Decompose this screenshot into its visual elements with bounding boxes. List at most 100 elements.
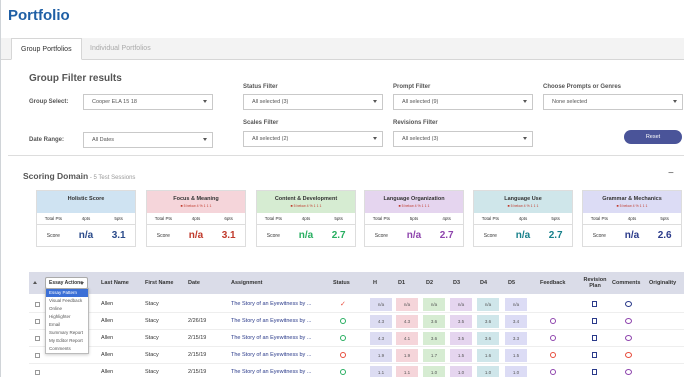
table-row[interactable]: Allen Stacy The Story of an Eyewitness by … — [29, 296, 684, 313]
cell-score: 4.3 — [370, 315, 392, 328]
cell-score: 4.1 — [396, 332, 418, 345]
feedback-icon[interactable] — [550, 352, 556, 358]
col-originality[interactable]: Originality — [649, 272, 676, 294]
revision-plan-icon[interactable] — [592, 318, 597, 324]
revision-plan-icon[interactable] — [592, 369, 597, 375]
revision-plan-icon[interactable] — [592, 301, 597, 307]
dropdown-item[interactable]: My Editor Report — [46, 337, 88, 345]
cell-assignment-link[interactable]: The Story of an Eyewitness by ... — [231, 296, 311, 313]
score-card-col: 5pts — [114, 216, 123, 221]
col-d5[interactable]: D5 — [508, 272, 515, 294]
score-card-values: Score n/a 2.6 — [583, 225, 681, 246]
cell-assignment-link[interactable]: The Story of an Eyewitness by ... — [231, 364, 311, 377]
col-first-name[interactable]: First Name — [145, 272, 173, 294]
revision-plan-icon[interactable] — [592, 352, 597, 358]
error-status-icon — [340, 352, 346, 358]
score-card-row-label: Score — [46, 232, 60, 239]
tab-group-portfolios[interactable]: Group Portfolios — [11, 38, 82, 60]
col-status[interactable]: Status — [333, 272, 350, 294]
cell-score: 3.6 — [477, 332, 499, 345]
table-row[interactable]: Allen Stacy 2/15/19 The Story of an Eyewitn… — [29, 330, 684, 347]
col-d1[interactable]: D1 — [398, 272, 405, 294]
score-card-col: Total Pts — [481, 216, 499, 221]
row-checkbox[interactable] — [35, 370, 40, 375]
cell-assignment-link[interactable]: The Story of an Eyewitness by ... — [231, 330, 311, 347]
cell-score: 1.0 — [423, 366, 445, 377]
col-h[interactable]: H — [373, 272, 377, 294]
score-card-value-1: n/a — [406, 230, 422, 241]
dropdown-item[interactable]: Email — [46, 321, 88, 329]
genres-filter-select[interactable]: None selected — [543, 94, 683, 110]
score-card-row-label: Score — [483, 232, 497, 239]
cell-last-name: Allen — [101, 335, 114, 341]
prompt-filter-select[interactable]: All selected (9) — [393, 94, 533, 110]
score-card-columns: Total Pts 4pts 5pts — [474, 213, 572, 225]
status-filter-label: Status Filter — [243, 84, 278, 90]
col-d4[interactable]: D4 — [480, 272, 487, 294]
table-row[interactable]: Allen Stacy 2/15/19 The Story of an Eyewitn… — [29, 347, 684, 364]
portfolio-window: Portfolio Group Portfolios Individual Po… — [0, 0, 684, 377]
score-card: Holistic Score Total Pts 4pts 5pts Score n/a 3… — [36, 190, 136, 247]
group-select-value: Cooper ELA 15 18 — [92, 99, 137, 105]
comment-icon[interactable] — [625, 318, 632, 324]
score-card-title: Content & Development — [274, 196, 338, 202]
row-checkbox[interactable] — [35, 336, 40, 341]
score-card: Focus & Meaning ■ 5 below 4 % 1 1 1 Total … — [146, 190, 246, 247]
comment-icon[interactable] — [625, 335, 632, 341]
cell-score: 3.6 — [477, 315, 499, 328]
scoring-domain-name: Scoring Domain — [23, 171, 89, 181]
complete-status-icon — [340, 335, 346, 341]
comment-icon[interactable] — [625, 301, 632, 307]
table-row[interactable]: Allen Stacy 2/26/19 The Story of an Eyewitn… — [29, 313, 684, 330]
essay-actions-button[interactable]: Essay Actions — [45, 277, 88, 289]
table-row[interactable]: Allen Stacy 2/15/19 The Story of an Eyewitn… — [29, 364, 684, 377]
dropdown-item[interactable]: Essay Pattern — [46, 289, 88, 297]
cell-score: 1.0 — [505, 366, 527, 377]
status-filter-select[interactable]: All selected (3) — [243, 94, 383, 110]
col-comments[interactable]: Comments — [612, 272, 640, 294]
scales-filter-select[interactable]: All selected (2) — [243, 131, 383, 147]
col-d3[interactable]: D3 — [453, 272, 460, 294]
dropdown-item[interactable]: Online — [46, 305, 88, 313]
section-divider — [8, 155, 684, 156]
chevron-down-icon — [80, 282, 84, 285]
col-feedback[interactable]: Feedback — [540, 272, 565, 294]
revision-plan-icon[interactable] — [592, 335, 597, 341]
group-select[interactable]: Cooper ELA 15 18 — [83, 94, 213, 110]
date-range-select[interactable]: All Dates — [83, 132, 213, 148]
comment-icon[interactable] — [625, 369, 632, 375]
col-date[interactable]: Date — [188, 272, 200, 294]
cell-score: 3.6 — [423, 332, 445, 345]
tab-individual-portfolios[interactable]: Individual Portfolios — [81, 38, 160, 60]
col-d2[interactable]: D2 — [426, 272, 433, 294]
col-revision-plan[interactable]: Revision Plan — [581, 272, 609, 294]
cell-date: 2/15/19 — [188, 335, 207, 341]
revisions-filter-select[interactable]: All selected (3) — [393, 131, 533, 147]
scales-filter-value: All selected (2) — [252, 136, 289, 142]
cell-assignment-link[interactable]: The Story of an Eyewitness by ... — [231, 313, 311, 330]
score-card-value-2: 2.6 — [657, 230, 672, 241]
dropdown-item[interactable]: Comments — [46, 345, 88, 353]
comment-icon[interactable] — [625, 352, 632, 358]
cell-assignment-link[interactable]: The Story of an Eyewitness by ... — [231, 347, 311, 364]
feedback-icon[interactable] — [550, 369, 556, 375]
score-card-columns: Total Pts 4pts 5pts — [257, 213, 355, 225]
feedback-icon[interactable] — [550, 318, 556, 324]
sort-icon[interactable] — [33, 281, 37, 284]
row-checkbox[interactable] — [35, 353, 40, 358]
row-checkbox[interactable] — [35, 319, 40, 324]
reset-button[interactable]: Reset — [624, 130, 682, 144]
collapse-icon[interactable]: − — [668, 168, 674, 179]
essay-grid: Essay Actions Last Name First Name Date … — [29, 272, 684, 377]
feedback-icon[interactable] — [550, 335, 556, 341]
dropdown-item[interactable]: Visual Feedback — [46, 297, 88, 305]
score-card-header: Grammar & Mechanics ■ 5 below 4 % 1 1 1 — [583, 191, 681, 213]
score-card-header: Language Use ■ 5 below 4 % 1 1 1 — [474, 191, 572, 213]
complete-status-icon — [340, 318, 346, 324]
chevron-down-icon — [523, 100, 527, 103]
col-last-name[interactable]: Last Name — [101, 272, 129, 294]
dropdown-item[interactable]: Highlighter — [46, 313, 88, 321]
dropdown-item[interactable]: Summary Report — [46, 329, 88, 337]
col-assignment[interactable]: Assignment — [231, 272, 262, 294]
row-checkbox[interactable] — [35, 302, 40, 307]
